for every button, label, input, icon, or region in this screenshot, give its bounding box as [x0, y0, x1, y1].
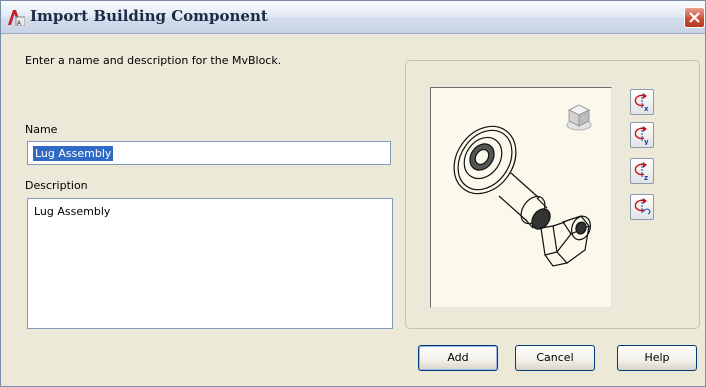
- help-button[interactable]: Help: [617, 345, 697, 371]
- name-label: Name: [25, 123, 58, 136]
- orbit-x-button[interactable]: x: [630, 89, 654, 115]
- description-field[interactable]: Lug Assembly: [27, 198, 393, 329]
- app-logo-icon: A: [8, 10, 25, 26]
- orbit-z-button[interactable]: z: [630, 158, 654, 184]
- title-bar[interactable]: A Import Building Component: [1, 1, 705, 34]
- orbit-y-icon: y: [634, 126, 649, 145]
- preview-viewport[interactable]: [430, 87, 612, 308]
- close-icon: [689, 12, 700, 23]
- instruction-text: Enter a name and description for the MvB…: [25, 54, 282, 67]
- svg-text:y: y: [644, 138, 649, 145]
- orbit-y-button[interactable]: y: [630, 122, 654, 148]
- add-button[interactable]: Add: [418, 345, 498, 371]
- svg-text:x: x: [644, 105, 649, 112]
- name-field-value: Lug Assembly: [33, 146, 114, 161]
- dialog-title: Import Building Component: [30, 7, 268, 25]
- cancel-button[interactable]: Cancel: [515, 345, 595, 371]
- lug-assembly-drawing: [453, 125, 592, 267]
- description-label: Description: [25, 179, 88, 192]
- svg-text:z: z: [644, 174, 648, 181]
- orbit-z-icon: z: [634, 162, 648, 181]
- name-field[interactable]: Lug Assembly: [27, 141, 391, 165]
- orbit-free-button[interactable]: [630, 194, 654, 220]
- orbit-free-icon: [634, 198, 651, 215]
- description-field-value: Lug Assembly: [34, 205, 111, 218]
- close-button[interactable]: [684, 7, 705, 28]
- dialog-window: A Import Building Component Enter a name…: [0, 0, 706, 387]
- orbit-x-icon: x: [634, 93, 649, 112]
